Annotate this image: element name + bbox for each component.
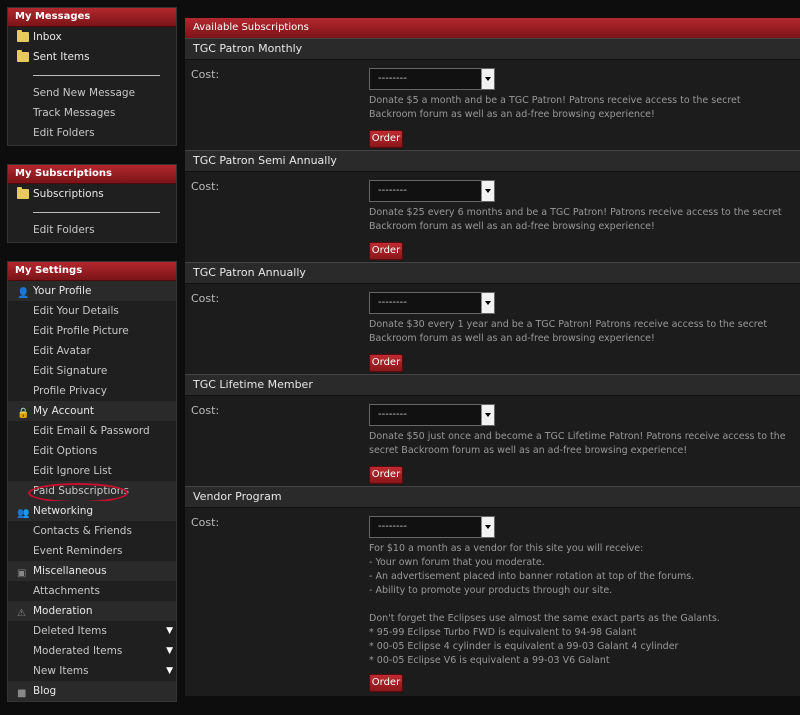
divider [33,212,160,213]
plan-title: TGC Lifetime Member [185,374,800,396]
caret-down-icon[interactable]: ▼ [166,661,173,681]
sidebar-item-edit-avatar[interactable]: Edit Avatar [8,341,176,361]
cost-select[interactable]: -------- [369,516,495,538]
vendor-description: For $10 a month as a vendor for this sit… [369,542,789,668]
sidebar-item-edit-signature[interactable]: Edit Signature [8,361,176,381]
user-icon: 👤 [17,288,30,299]
cost-label: Cost: [191,180,220,193]
sidebar-item-edit-folders-subs[interactable]: Edit Folders [8,220,176,240]
highlight-circle [28,483,128,503]
dropdown-arrow-icon[interactable] [481,517,494,537]
plan-body: Cost: -------- For $10 a month as a vend… [185,508,800,692]
sidebar-section-my-account[interactable]: 🔒 My Account [8,401,176,421]
users-icon: 👥 [17,508,30,519]
sidebar-item-paid-subscriptions[interactable]: Paid Subscriptions [8,481,176,503]
sidebar-item-deleted-items[interactable]: Deleted Items ▼ [8,621,176,641]
order-button[interactable]: Order [369,354,403,372]
order-button[interactable]: Order [369,130,403,148]
sidebar: My Messages Inbox Sent Items Send New Me… [7,0,177,715]
plan-description: Donate $5 a month and be a TGC Patron! P… [369,95,741,120]
subscriptions-panel: Available Subscriptions TGC Patron Month… [185,18,800,696]
folder-icon [17,30,29,42]
sidebar-item-edit-email-password[interactable]: Edit Email & Password [8,421,176,441]
dropdown-arrow-icon[interactable] [481,69,494,89]
sidebar-section-blog[interactable]: ■ Blog [8,681,176,701]
plan-body: Cost: -------- Donate $50 just once and … [185,396,800,486]
sidebar-item-inbox[interactable]: Inbox [8,27,176,47]
desc-line: - An advertisement placed into banner ro… [369,571,695,582]
desc-line: - Ability to promote your products throu… [369,585,613,596]
plan-title: Vendor Program [185,486,800,508]
folder-icon [17,50,29,62]
my-messages-title: My Messages [8,8,176,27]
desc-line: - Your own forum that you moderate. [369,557,545,568]
sidebar-item-new-items[interactable]: New Items ▼ [8,661,176,681]
plan-title: TGC Patron Semi Annually [185,150,800,172]
sidebar-section-networking[interactable]: 👥 Networking [8,501,176,521]
sidebar-item-subscriptions[interactable]: Subscriptions [8,184,176,204]
my-subscriptions-block: My Subscriptions Subscriptions Edit Fold… [7,164,177,243]
sidebar-item-edit-profile-picture[interactable]: Edit Profile Picture [8,321,176,341]
divider [33,75,160,76]
my-subscriptions-title: My Subscriptions [8,165,176,184]
my-messages-block: My Messages Inbox Sent Items Send New Me… [7,7,177,146]
order-button[interactable]: Order [369,242,403,260]
caret-down-icon[interactable]: ▼ [166,641,173,661]
sidebar-item-send-new-message[interactable]: Send New Message [8,83,176,103]
cost-label: Cost: [191,292,220,305]
sidebar-item-profile-privacy[interactable]: Profile Privacy [8,381,176,401]
sidebar-item-contacts-friends[interactable]: Contacts & Friends [8,521,176,541]
my-settings-title: My Settings [8,262,176,281]
dropdown-arrow-icon[interactable] [481,181,494,201]
cost-select[interactable]: -------- [369,404,495,426]
sidebar-section-moderation[interactable]: ⚠ Moderation [8,601,176,621]
sidebar-item-attachments[interactable]: Attachments [8,581,176,601]
sidebar-item-moderated-items[interactable]: Moderated Items ▼ [8,641,176,661]
plan-description: Donate $30 every 1 year and be a TGC Pat… [369,319,768,344]
dropdown-arrow-icon[interactable] [481,293,494,313]
sidebar-item-sent-items[interactable]: Sent Items [8,47,176,67]
cost-select[interactable]: -------- [369,68,495,90]
order-button[interactable]: Order [369,466,403,484]
cost-label: Cost: [191,68,220,81]
lock-icon: 🔒 [17,408,30,419]
plan-title: TGC Patron Annually [185,262,800,284]
sidebar-section-your-profile[interactable]: 👤 Your Profile [8,281,176,301]
plan-body: Cost: -------- Donate $5 a month and be … [185,60,800,150]
sidebar-item-edit-your-details[interactable]: Edit Your Details [8,301,176,321]
sidebar-item-track-messages[interactable]: Track Messages [8,103,176,123]
cost-select[interactable]: -------- [369,292,495,314]
misc-icon: ▣ [17,568,27,579]
desc-line [369,598,789,612]
order-button[interactable]: Order [369,674,403,692]
plan-body: Cost: -------- Donate $25 every 6 months… [185,172,800,262]
blog-icon: ■ [17,688,27,699]
sidebar-item-edit-options[interactable]: Edit Options [8,441,176,461]
caret-down-icon[interactable]: ▼ [166,621,173,641]
plan-description: Donate $25 every 6 months and be a TGC P… [369,207,782,232]
desc-line: Don't forget the Eclipses use almost the… [369,613,720,624]
my-settings-block: My Settings 👤 Your Profile Edit Your Det… [7,261,177,702]
dropdown-arrow-icon[interactable] [481,405,494,425]
cost-label: Cost: [191,516,220,529]
sidebar-section-miscellaneous[interactable]: ▣ Miscellaneous [8,561,176,581]
warning-icon: ⚠ [17,608,26,619]
sidebar-item-event-reminders[interactable]: Event Reminders [8,541,176,561]
folder-icon [17,187,29,199]
desc-line: * 95-99 Eclipse Turbo FWD is equivalent … [369,627,637,638]
desc-line: * 00-05 Eclipse V6 is equivalent a 99-03… [369,655,610,666]
available-subscriptions-title: Available Subscriptions [185,18,800,38]
sidebar-item-edit-folders[interactable]: Edit Folders [8,123,176,143]
sidebar-item-edit-ignore-list[interactable]: Edit Ignore List [8,461,176,481]
plan-body: Cost: -------- Donate $30 every 1 year a… [185,284,800,374]
plan-title: TGC Patron Monthly [185,38,800,60]
desc-line: For $10 a month as a vendor for this sit… [369,543,644,554]
plan-description: Donate $50 just once and become a TGC Li… [369,431,786,456]
cost-label: Cost: [191,404,220,417]
cost-select[interactable]: -------- [369,180,495,202]
desc-line: * 00-05 Eclipse 4 cylinder is equivalent… [369,641,679,652]
